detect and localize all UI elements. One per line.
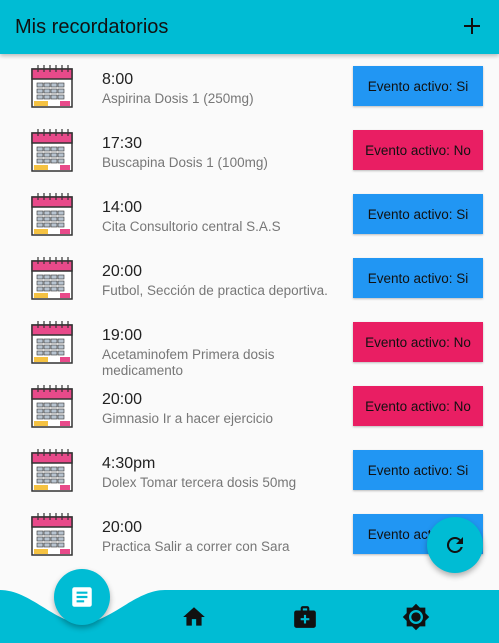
reminder-time: 4:30pm	[102, 455, 156, 472]
status-button[interactable]: Evento activo: No	[353, 386, 483, 426]
settings-nav-button[interactable]	[399, 600, 433, 634]
calendar-icon	[30, 127, 74, 173]
medical-kit-icon	[294, 606, 316, 628]
refresh-button[interactable]	[427, 517, 483, 573]
reminder-time: 20:00	[102, 263, 143, 280]
calendar-icon	[30, 319, 74, 365]
reminder-time: 17:30	[102, 135, 143, 152]
calendar-icon	[30, 383, 74, 429]
reminder-time: 20:00	[102, 391, 143, 408]
status-button[interactable]: Evento activo: Si	[353, 258, 483, 298]
reminder-description: Futbol, Sección de practica deportiva.	[102, 283, 328, 298]
calendar-icon	[30, 63, 74, 109]
reminder-row[interactable]: 14:00 Cita Consultorio central S.A.S Event…	[0, 182, 499, 246]
reminder-row[interactable]: 8:00 Aspirina Dosis 1 (250mg) Evento activ…	[0, 54, 499, 118]
reminder-row[interactable]: 20:00 Gimnasio Ir a hacer ejercicio Evento…	[0, 374, 499, 438]
reminder-row[interactable]: 17:30 Buscapina Dosis 1 (100mg) Evento act…	[0, 118, 499, 182]
reminder-time: 14:00	[102, 199, 143, 216]
document-icon	[72, 587, 92, 607]
reminder-description: Cita Consultorio central S.A.S	[102, 219, 281, 234]
reminder-row[interactable]: 19:00 Acetaminofem Primera dosis medicame…	[0, 310, 499, 378]
calendar-icon	[30, 255, 74, 301]
reminder-time: 20:00	[102, 519, 143, 536]
status-button[interactable]: Evento activo: No	[353, 322, 483, 362]
status-button[interactable]: Evento activo: Si	[353, 66, 483, 106]
calendar-icon	[30, 447, 74, 493]
reminder-row[interactable]: 20:00 Practica Salir a correr con Sara Eve…	[0, 502, 499, 566]
reminder-row[interactable]: 4:30pm Dolex Tomar tercera dosis 50mg Even…	[0, 438, 499, 502]
reminder-description: Practica Salir a correr con Sara	[102, 539, 290, 554]
home-nav-button[interactable]	[177, 600, 211, 634]
reminder-description: Dolex Tomar tercera dosis 50mg	[102, 475, 297, 490]
reminder-description: Buscapina Dosis 1 (100mg)	[102, 155, 268, 170]
status-button[interactable]: Evento activo: Si	[353, 450, 483, 490]
reminder-time: 8:00	[102, 71, 134, 88]
refresh-icon	[446, 537, 463, 553]
status-button[interactable]: Evento activo: No	[353, 130, 483, 170]
reminder-time: 19:00	[102, 327, 143, 344]
home-icon	[183, 607, 205, 626]
app-bar: Mis recordatorios	[0, 0, 499, 54]
reminder-description: Aspirina Dosis 1 (250mg)	[102, 91, 254, 106]
reminders-nav-button[interactable]	[54, 569, 110, 625]
plus-icon[interactable]	[457, 11, 487, 41]
page-title: Mis recordatorios	[15, 15, 169, 38]
calendar-icon	[30, 191, 74, 237]
calendar-icon	[30, 511, 74, 557]
reminder-row[interactable]: 20:00 Futbol, Sección de practica deporti…	[0, 246, 499, 310]
medical-nav-button[interactable]	[288, 600, 322, 634]
status-button[interactable]: Evento activo: Si	[353, 194, 483, 234]
reminder-description: Gimnasio Ir a hacer ejercicio	[102, 411, 274, 426]
settings-icon	[402, 603, 430, 631]
